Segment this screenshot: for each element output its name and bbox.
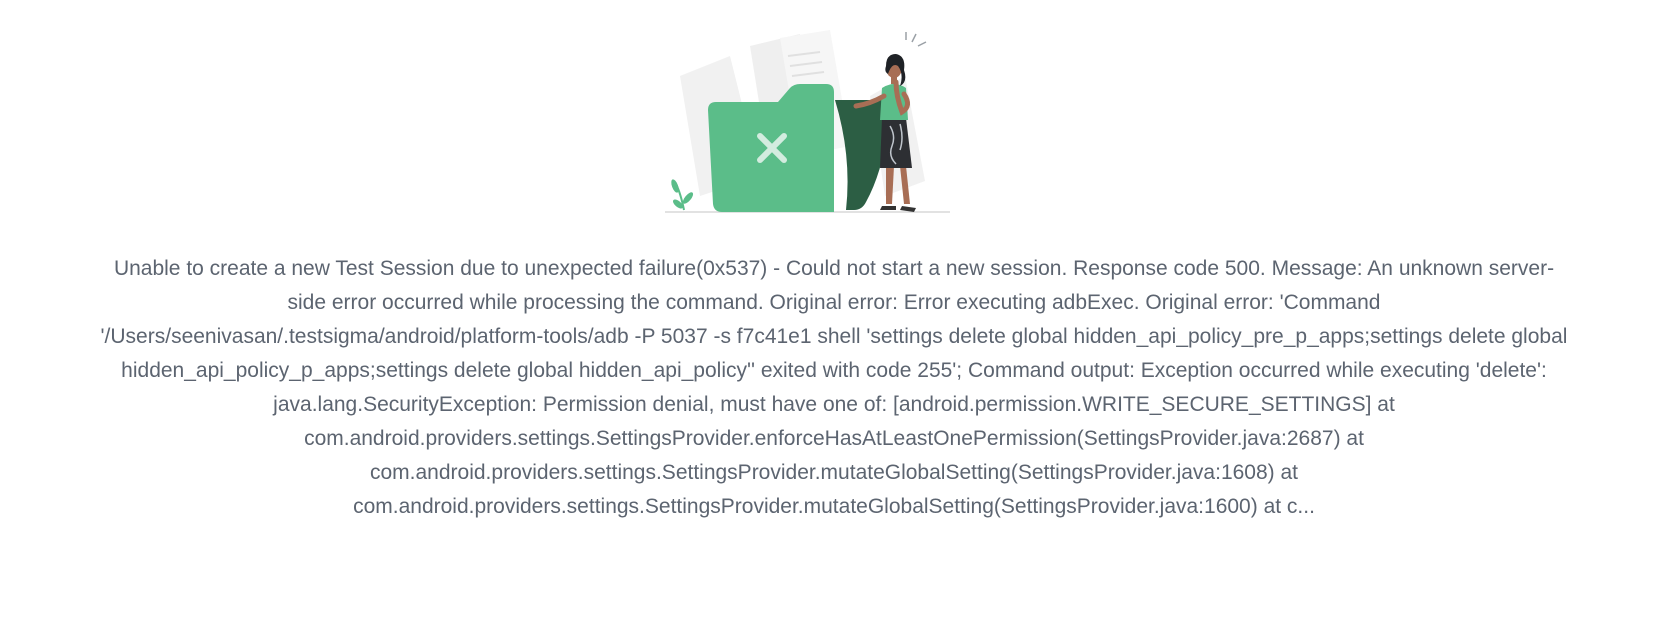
plant-icon — [671, 179, 694, 211]
error-message: Unable to create a new Test Session due … — [100, 257, 1568, 518]
error-page: Unable to create a new Test Session due … — [0, 0, 1668, 622]
error-folder-illustration — [660, 26, 960, 216]
